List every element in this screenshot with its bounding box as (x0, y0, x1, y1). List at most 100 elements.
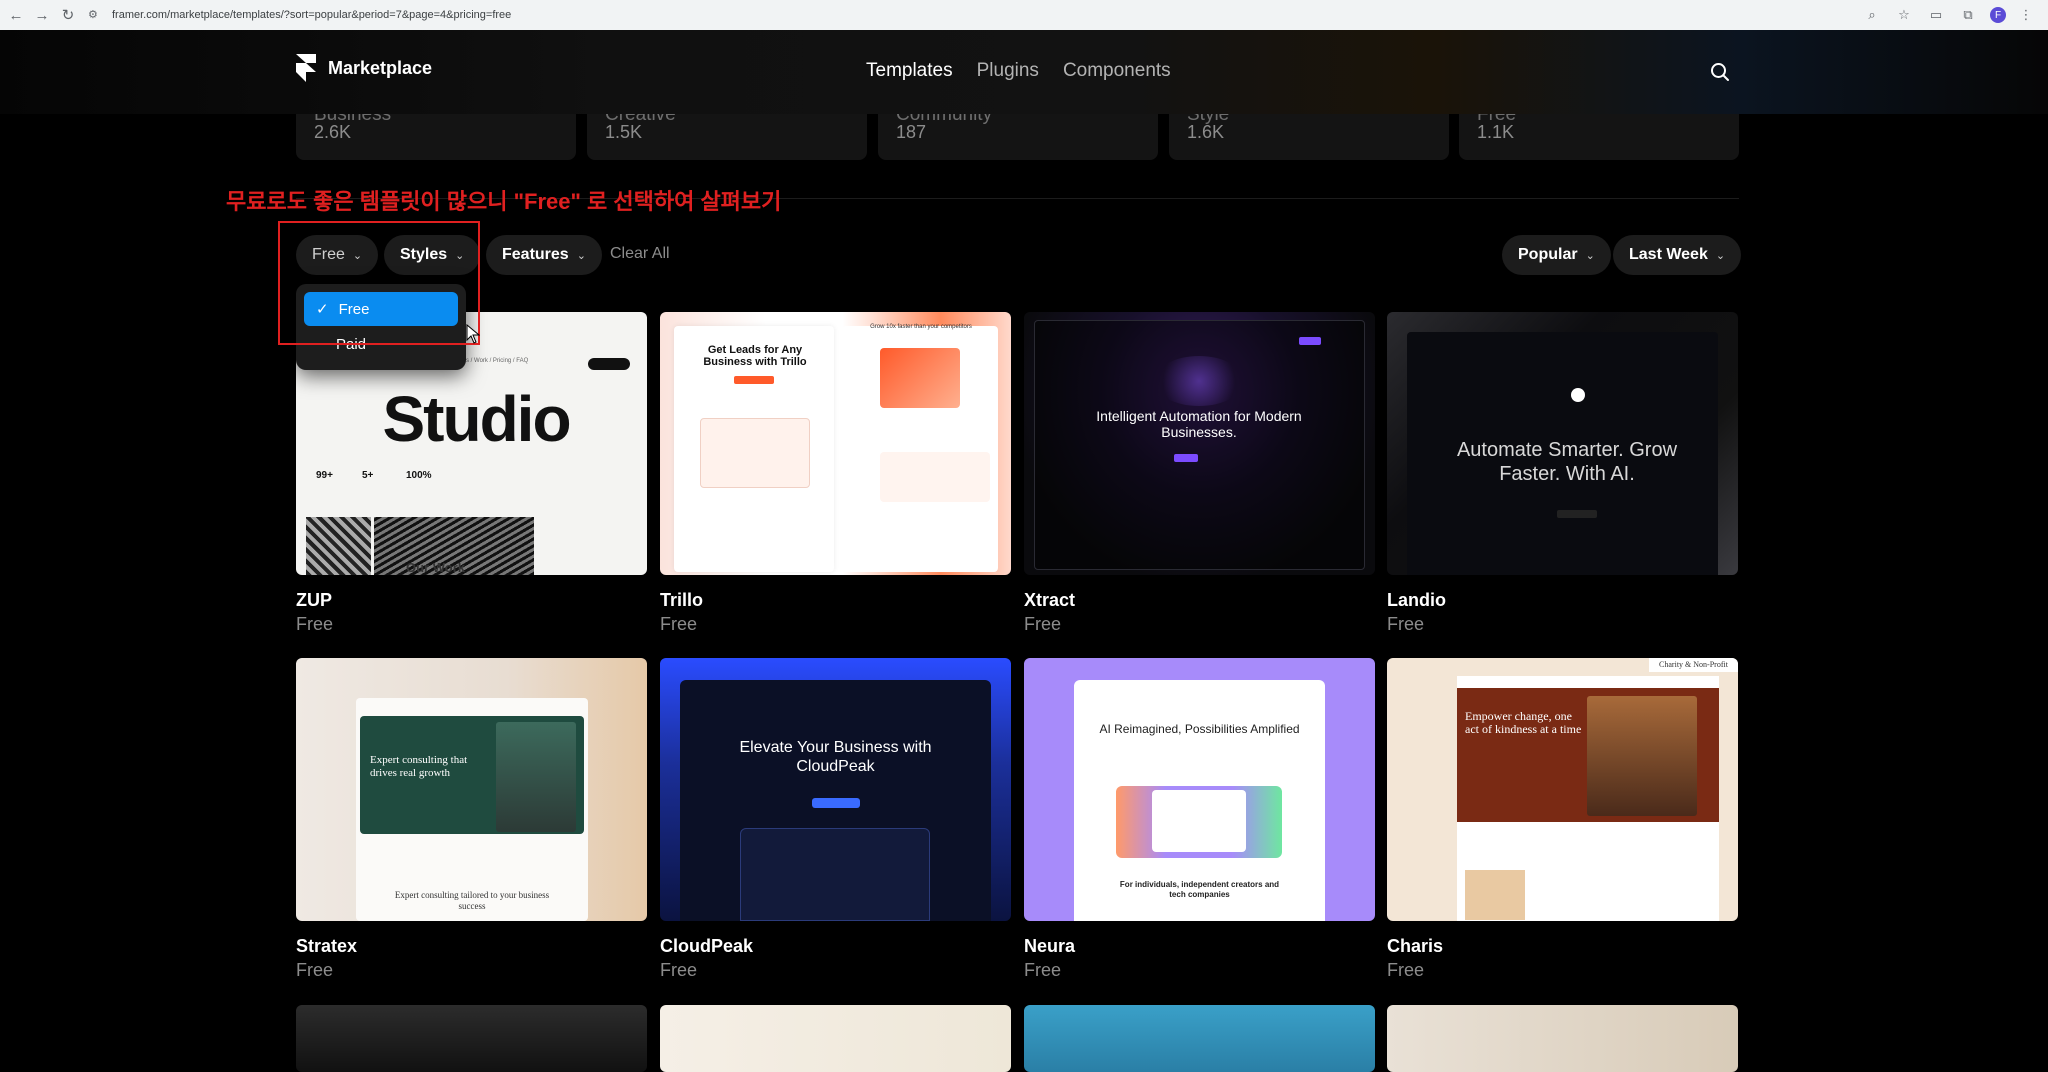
template-price: Free (1387, 614, 1425, 634)
period-button[interactable]: Last Week ⌄ (1613, 235, 1742, 275)
zup-stat-3: 100% (406, 470, 432, 481)
template-card-row3-1[interactable] (296, 1005, 647, 1072)
template-name: ZUP (296, 590, 332, 610)
annotation-text: 무료로도 좋은 템플릿이 많으니 "Free" 로 선택하여 살펴보기 (226, 189, 782, 214)
clear-all-button[interactable]: Clear All (610, 245, 670, 263)
trillo-card (880, 348, 960, 408)
cloudpeak-cta (812, 798, 860, 808)
landio-cta (1557, 510, 1597, 518)
template-card-charis[interactable]: Charity & Non-Profit Empower change, one… (1387, 658, 1738, 980)
trillo-dashboard (700, 418, 810, 488)
zup-stat-2: 5+ (362, 470, 374, 481)
features-filter-label: Features (502, 246, 569, 263)
landio-hero-text: Automate Smarter. Grow Faster. With AI. (1456, 439, 1678, 485)
stratex-portrait (496, 722, 576, 832)
category-community[interactable]: Community 187 (878, 114, 1158, 160)
template-card-stratex[interactable]: Expert consulting that drives real growt… (296, 658, 647, 980)
reload-icon[interactable]: ↻ (58, 5, 78, 25)
sort-label: Popular (1518, 246, 1578, 263)
template-thumbnail[interactable]: Intelligent Automation for Modern Busine… (1024, 312, 1375, 575)
category-count: 1.6K (1187, 122, 1225, 142)
template-name: Charis (1387, 936, 1444, 956)
nav-templates[interactable]: Templates (866, 60, 953, 82)
category-creative[interactable]: Creative 1.5K (587, 114, 867, 160)
site-header: Marketplace Templates Plugins Components (0, 30, 2048, 114)
template-price: Free (1024, 614, 1062, 634)
template-name: Xtract (1024, 590, 1076, 610)
xtract-nav-cta (1299, 337, 1321, 345)
chevron-down-icon: ⌄ (1585, 249, 1595, 262)
nav-components[interactable]: Components (1063, 60, 1171, 82)
category-count: 187 (896, 122, 927, 142)
template-thumbnail[interactable] (1387, 1005, 1738, 1072)
stratex-hero-text: Expert consulting that drives real growt… (370, 754, 468, 779)
bookmark-star-icon[interactable]: ☆ (1894, 5, 1914, 25)
template-thumbnail[interactable]: Automate Smarter. Grow Faster. With AI. (1387, 312, 1738, 575)
template-thumbnail[interactable] (1024, 1005, 1375, 1072)
profile-avatar[interactable]: F (1990, 7, 2006, 23)
template-card-row3-2[interactable] (660, 1005, 1011, 1072)
zup-stat-1: 99+ (316, 470, 333, 481)
template-price: Free (1024, 960, 1062, 980)
brand-name: Marketplace (328, 57, 433, 78)
period-label: Last Week (1629, 246, 1708, 263)
stratex-footer-text: Expert consulting tailored to your busin… (394, 890, 550, 911)
url-text: framer.com/marketplace/templates/?sort=p… (112, 9, 512, 21)
sort-button[interactable]: Popular ⌄ (1502, 235, 1611, 275)
mini-cta (588, 358, 630, 370)
zup-footer-text: Our Work (406, 560, 465, 575)
template-thumbnail[interactable]: Elevate Your Business with CloudPeak (660, 658, 1011, 921)
charis-photo (1587, 696, 1697, 816)
category-free[interactable]: Free 1.1K (1459, 114, 1739, 160)
template-card-row3-3[interactable] (1024, 1005, 1375, 1072)
framer-logo-icon (296, 54, 316, 82)
template-thumbnail[interactable]: Charity & Non-Profit Empower change, one… (1387, 658, 1738, 921)
template-card-cloudpeak[interactable]: Elevate Your Business with CloudPeak Clo… (660, 658, 1011, 980)
template-thumbnail[interactable]: Get Leads for Any Business with Trillo G… (660, 312, 1011, 575)
category-style[interactable]: Style 1.6K (1169, 114, 1449, 160)
template-card-neura[interactable]: AI Reimagined, Possibilities Amplified F… (1024, 658, 1375, 980)
trillo-tagline: Grow 10x faster than your competitors (870, 324, 972, 330)
category-business[interactable]: Business 2.6K (296, 114, 576, 160)
trillo-hero-text: Get Leads for Any Business with Trillo (703, 344, 807, 368)
template-thumbnail[interactable] (296, 1005, 647, 1072)
category-count: 1.5K (605, 122, 643, 142)
extensions-icon[interactable]: ⧉ (1958, 5, 1978, 25)
template-card-trillo[interactable]: Get Leads for Any Business with Trillo G… (660, 312, 1011, 634)
cast-icon[interactable]: ▭ (1926, 5, 1946, 25)
brand-logo[interactable]: Marketplace (296, 54, 432, 82)
template-name: Neura (1024, 936, 1076, 956)
charis-photo-2 (1465, 870, 1525, 920)
template-price: Free (660, 614, 698, 634)
neura-footer-text: For individuals, independent creators an… (1119, 880, 1280, 899)
template-card-row3-4[interactable] (1387, 1005, 1738, 1072)
trillo-cta (734, 376, 774, 384)
template-thumbnail[interactable]: AI Reimagined, Possibilities Amplified F… (1024, 658, 1375, 921)
template-name: Trillo (660, 590, 704, 610)
annotation-highlight-box (278, 221, 480, 345)
site-info-icon[interactable]: ⚙ (88, 8, 102, 22)
landio-logo-icon (1571, 388, 1585, 402)
template-name: Landio (1387, 590, 1446, 610)
category-count: 2.6K (314, 122, 352, 142)
browser-toolbar: ← → ↻ ⚙ framer.com/marketplace/templates… (0, 0, 2048, 30)
features-filter-button[interactable]: Features ⌄ (486, 235, 602, 275)
zup-hero-text: Studio (382, 383, 571, 455)
chevron-down-icon: ⌄ (576, 249, 586, 262)
template-price: Free (296, 614, 334, 634)
menu-icon[interactable]: ⋮ (2016, 5, 2036, 25)
template-price: Free (1387, 960, 1425, 980)
forward-icon[interactable]: → (32, 5, 52, 25)
template-thumbnail[interactable]: Expert consulting that drives real growt… (296, 658, 647, 921)
neura-card (1152, 790, 1246, 852)
template-card-xtract[interactable]: Intelligent Automation for Modern Busine… (1024, 312, 1375, 634)
main-nav: Templates Plugins Components (866, 60, 1171, 82)
zoom-icon[interactable]: ⌕ (1862, 5, 1882, 25)
back-icon[interactable]: ← (6, 5, 26, 25)
address-bar[interactable]: ⚙ framer.com/marketplace/templates/?sort… (88, 3, 1862, 27)
template-thumbnail[interactable] (660, 1005, 1011, 1072)
search-icon[interactable] (1708, 60, 1732, 84)
nav-plugins[interactable]: Plugins (977, 60, 1039, 82)
xtract-cta (1174, 454, 1198, 462)
template-card-landio[interactable]: Automate Smarter. Grow Faster. With AI. … (1387, 312, 1738, 634)
